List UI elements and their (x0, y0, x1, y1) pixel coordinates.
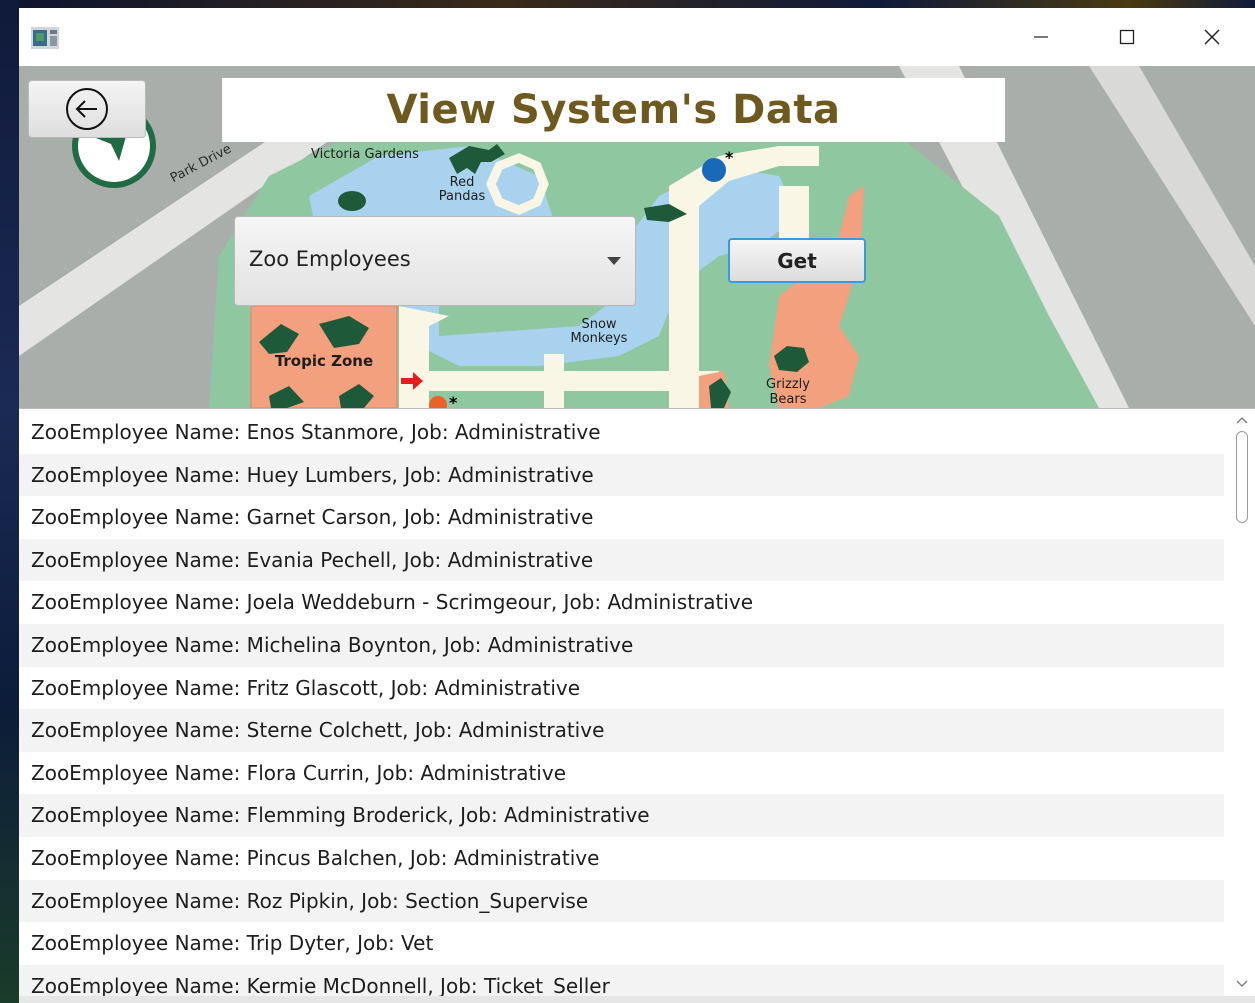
list-item[interactable]: ZooEmployee Name: Flora Currin, Job: Adm… (19, 752, 1224, 795)
list-item[interactable]: ZooEmployee Name: Trip Dyter, Job: Vet (19, 922, 1224, 965)
map-label-red-pandas-line1: Red (450, 175, 475, 190)
list-item[interactable]: ZooEmployee Name: Huey Lumbers, Job: Adm… (19, 453, 1224, 497)
vertical-scrollbar[interactable] (1228, 409, 1255, 995)
maximize-button[interactable] (1084, 8, 1170, 66)
minimize-button[interactable] (998, 8, 1084, 66)
dropdown-selected-value: Zoo Employees (249, 247, 411, 271)
page-title: View System's Data (386, 87, 841, 133)
list-item[interactable]: ZooEmployee Name: Michelina Boynton, Job… (19, 623, 1224, 667)
svg-text:*: * (725, 148, 734, 167)
results-list[interactable]: ZooEmployee Name: Enos Stanmore, Job: Ad… (19, 408, 1255, 996)
list-item[interactable]: ZooEmployee Name: Fritz Glascott, Job: A… (19, 667, 1224, 710)
title-panel: View System's Data (222, 78, 1005, 142)
desktop-background-top (0, 0, 1255, 8)
zoo-map-background: * * Park Drive Victoria Gardens Red Pand… (19, 66, 1255, 408)
map-label-grizzly-line1: Grizzly (766, 377, 810, 392)
list-item[interactable]: ZooEmployee Name: Sterne Colchett, Job: … (19, 709, 1224, 752)
chevron-up-icon (1236, 417, 1247, 424)
back-arrow-icon (66, 88, 108, 130)
map-label-snow-monkeys-line2: Monkeys (571, 331, 628, 346)
window-bottom-edge (19, 996, 1255, 1003)
close-button[interactable] (1169, 8, 1255, 66)
results-list-rows: ZooEmployee Name: Enos Stanmore, Job: Ad… (19, 411, 1224, 996)
list-item[interactable]: ZooEmployee Name: Roz Pipkin, Job: Secti… (19, 879, 1224, 923)
list-item[interactable]: ZooEmployee Name: Flemming Broderick, Jo… (19, 794, 1224, 837)
list-item[interactable]: ZooEmployee Name: Kermie McDonnell, Job:… (19, 964, 1224, 996)
map-label-victoria-gardens: Victoria Gardens (311, 147, 419, 162)
desktop-background-left (0, 0, 19, 1003)
minimize-icon (1034, 36, 1048, 38)
svg-text:*: * (449, 393, 458, 408)
map-label-grizzly-line2: Bears (769, 392, 806, 407)
scroll-down-button[interactable] (1228, 973, 1255, 995)
app-window: * * Park Drive Victoria Gardens Red Pand… (19, 8, 1255, 1003)
map-label-tropic-zone: Tropic Zone (275, 352, 373, 370)
scroll-thumb[interactable] (1236, 431, 1248, 523)
title-bar (19, 8, 1255, 66)
list-item[interactable]: ZooEmployee Name: Enos Stanmore, Job: Ad… (19, 411, 1224, 454)
close-icon (1204, 29, 1220, 45)
list-item[interactable]: ZooEmployee Name: Joela Weddeburn - Scri… (19, 581, 1224, 624)
chevron-down-icon (607, 257, 621, 265)
back-button[interactable] (28, 80, 146, 138)
app-icon (31, 27, 59, 49)
list-item[interactable]: ZooEmployee Name: Evania Pechell, Job: A… (19, 538, 1224, 582)
get-button[interactable]: Get (728, 238, 866, 283)
data-type-dropdown[interactable]: Zoo Employees (234, 216, 636, 306)
map-label-snow-monkeys-line1: Snow (581, 317, 616, 332)
maximize-icon (1119, 29, 1135, 45)
scroll-up-button[interactable] (1228, 409, 1255, 431)
list-item[interactable]: ZooEmployee Name: Pincus Balchen, Job: A… (19, 837, 1224, 880)
map-label-red-pandas-line2: Pandas (439, 189, 486, 204)
list-item[interactable]: ZooEmployee Name: Garnet Carson, Job: Ad… (19, 496, 1224, 539)
chevron-down-icon (1236, 980, 1247, 987)
